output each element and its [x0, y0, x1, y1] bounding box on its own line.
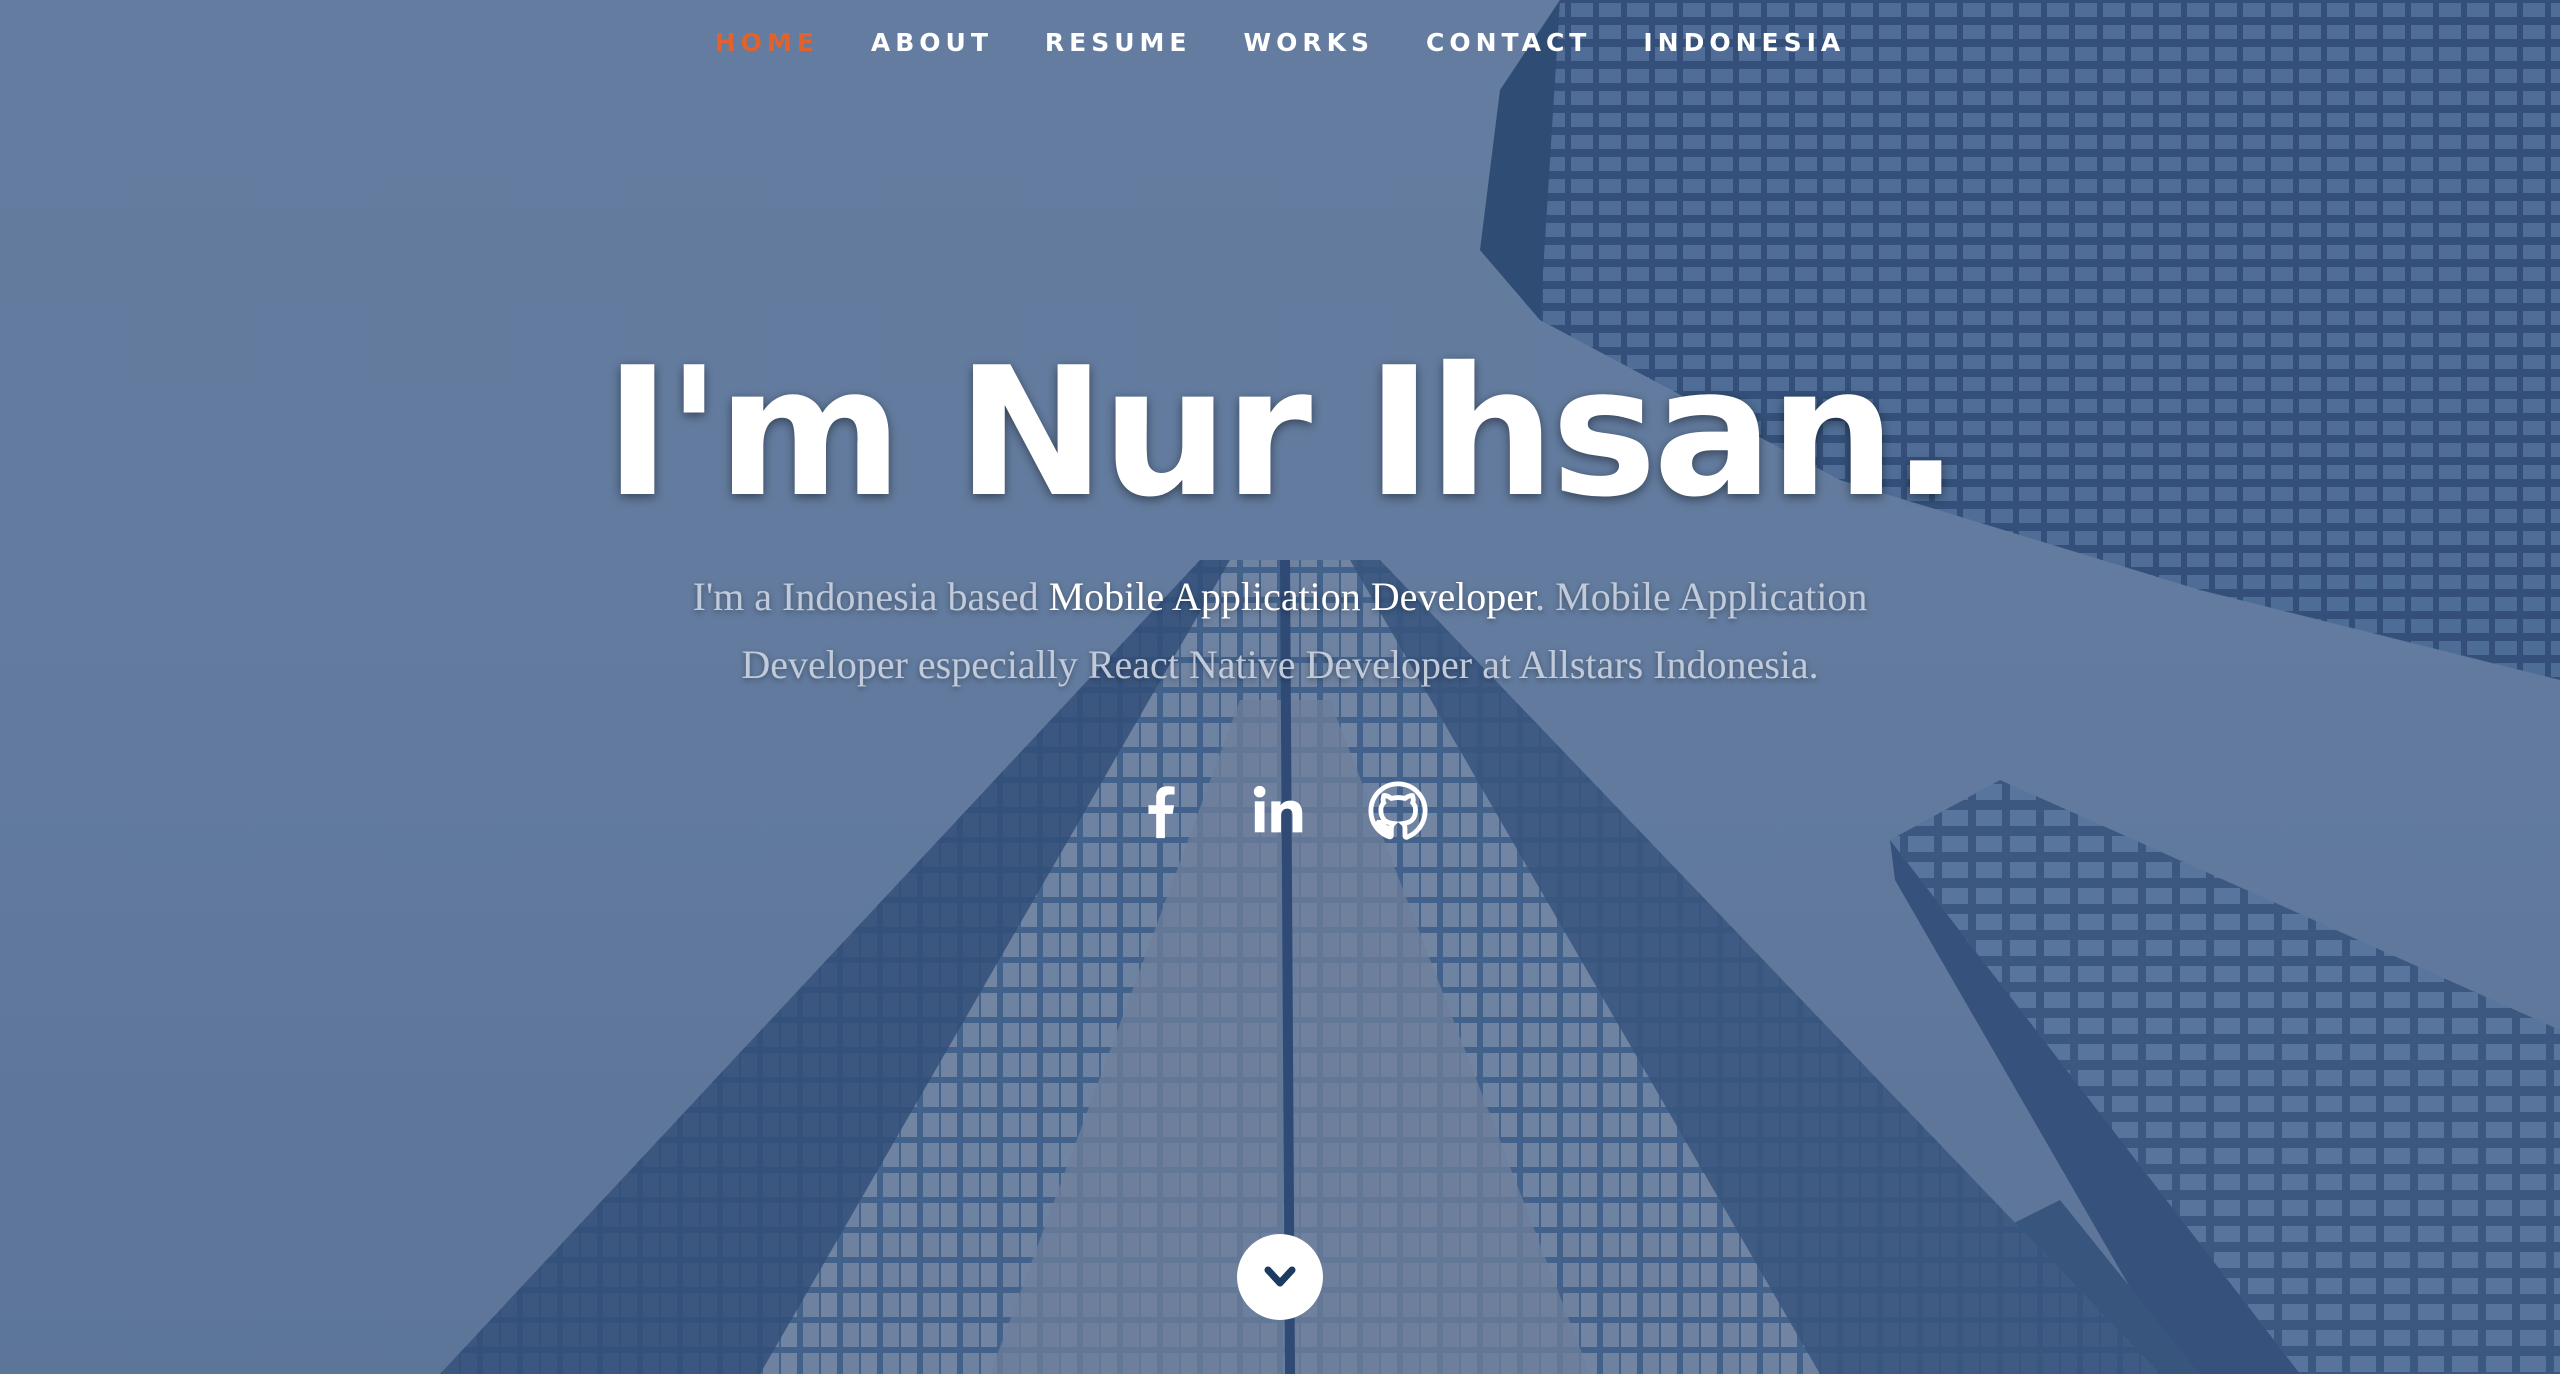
github-icon	[1368, 781, 1428, 840]
nav-home[interactable]: HOME	[689, 24, 845, 61]
facebook-icon	[1148, 786, 1175, 839]
chevron-down-icon	[1264, 1266, 1296, 1287]
facebook-link[interactable]	[1131, 779, 1193, 843]
nav-indonesia[interactable]: INDONESIA	[1617, 24, 1871, 61]
tagline-part-1: I'm a Indonesia based	[692, 573, 1049, 619]
tagline-highlight: Mobile Application Developer	[1048, 573, 1536, 619]
nav-about[interactable]: ABOUT	[845, 24, 1019, 61]
nav-resume[interactable]: RESUME	[1019, 24, 1218, 61]
github-link[interactable]	[1367, 779, 1429, 843]
nav-works[interactable]: WORKS	[1218, 24, 1400, 61]
tagline: I'm a Indonesia based Mobile Application…	[630, 563, 1930, 699]
banner: I'm Nur Ihsan. I'm a Indonesia based Mob…	[0, 329, 2560, 843]
linkedin-link[interactable]	[1249, 779, 1311, 843]
scroll-down-button[interactable]	[1237, 1234, 1323, 1320]
linkedin-icon	[1253, 785, 1303, 833]
main-nav: HOME ABOUT RESUME WORKS CONTACT INDONESI…	[0, 24, 2560, 61]
nav-contact[interactable]: CONTACT	[1400, 24, 1617, 61]
social-links	[0, 779, 2560, 843]
headline: I'm Nur Ihsan.	[604, 329, 1960, 536]
